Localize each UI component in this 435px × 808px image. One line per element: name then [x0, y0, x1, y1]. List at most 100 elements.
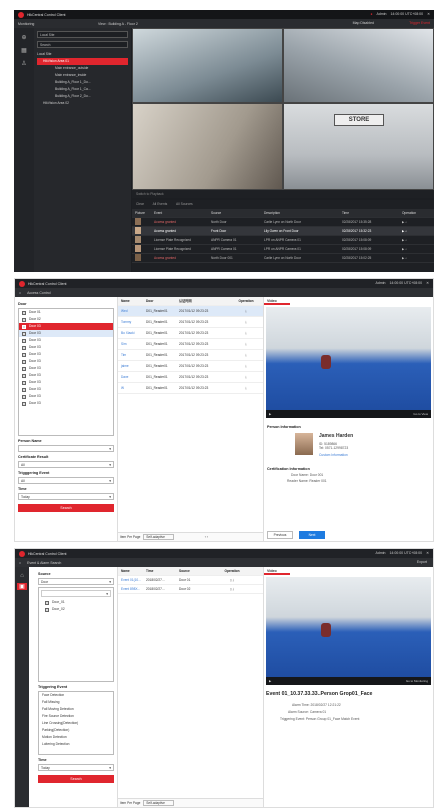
monitoring-icon[interactable]: ⊕	[14, 34, 34, 41]
list-item[interactable]: Fall Moving Detection	[39, 706, 113, 713]
trigger-event-select[interactable]: All	[18, 477, 114, 484]
table-row[interactable]: Bo Xiaoki D01_Reader01 2017/01/12 09:23:23…	[118, 328, 263, 339]
list-item[interactable]: Loitering Detection	[39, 741, 113, 748]
video-tile[interactable]: STORE	[283, 103, 434, 190]
list-item[interactable]: Door 03	[19, 344, 113, 351]
tree-node[interactable]: Building A_Floor 1_Ca...	[37, 86, 128, 93]
items-per-page-select[interactable]: Self-adaptive	[143, 800, 174, 806]
alarm-icon[interactable]: ●	[370, 12, 372, 16]
list-item[interactable]: Face Detection	[39, 692, 113, 699]
table-row[interactable]: License Plate Recognized ANPR Camera 01 …	[132, 236, 434, 245]
tree-node-selected[interactable]: HikVision Area 01	[37, 58, 128, 65]
go-to-view-button[interactable]: Go to View	[413, 410, 431, 418]
tree-node[interactable]: HikVision Area 02	[37, 100, 128, 107]
table-row[interactable]: Sim D01_Reader01 2017/01/12 09:23:23 ⤓	[118, 339, 263, 350]
operation-icons[interactable]: ▶ ⌕	[402, 254, 432, 262]
list-item[interactable]: Door_02	[39, 606, 113, 613]
user-name[interactable]: Admin	[376, 551, 386, 555]
operation-icons[interactable]: ▯ ⤓	[215, 576, 249, 584]
previous-button[interactable]: Previous	[267, 531, 293, 539]
video-controls[interactable]: ▶ Go to View	[266, 410, 431, 418]
list-item[interactable]: Door 03	[19, 386, 113, 393]
home-icon[interactable]: ⌂	[19, 291, 21, 295]
table-row[interactable]: Access granted North Door 001 Carlie Lyn…	[132, 254, 434, 263]
list-item[interactable]: Door 01	[19, 309, 113, 316]
table-row[interactable]: W D01_Reader01 2017/01/12 09:23:23 ⤓	[118, 383, 263, 394]
download-icon[interactable]: ⤓	[229, 339, 263, 349]
table-row[interactable]: Event 01(10... 2018/02/27... Door 01 ▯ ⤓	[118, 576, 263, 585]
items-per-page-select[interactable]: Self-adaptive	[143, 534, 174, 540]
tree-node[interactable]: Main entrance_outside	[37, 65, 128, 72]
cert-result-select[interactable]: All	[18, 461, 114, 468]
person-icon[interactable]: ♙	[14, 60, 34, 67]
download-icon[interactable]: ⤓	[229, 383, 263, 393]
download-icon[interactable]: ⤓	[229, 328, 263, 338]
time-select[interactable]: Today	[38, 764, 114, 771]
video-player[interactable]	[266, 307, 431, 410]
list-item[interactable]: Door 03	[19, 330, 113, 337]
trigger-event-button[interactable]: Trigger Event	[409, 21, 430, 25]
list-item-selected[interactable]: Door 03	[19, 323, 113, 330]
tab-monitoring[interactable]: Monitoring	[18, 22, 58, 26]
search-button[interactable]: Search	[18, 504, 114, 512]
page-nav-icon[interactable]: ‹ ›	[205, 535, 208, 539]
tree-node[interactable]: Building A_Floor 1_Do...	[37, 79, 128, 86]
video-tile[interactable]	[283, 28, 434, 103]
table-row[interactable]: Tim D01_Reader01 2017/01/12 09:23:23 ⤓	[118, 350, 263, 361]
table-row[interactable]: License Plate Recognized ANPR Camera 01 …	[132, 245, 434, 254]
download-icon[interactable]: ⤓	[229, 361, 263, 371]
play-icon[interactable]: ▶	[269, 679, 271, 683]
close-icon[interactable]: ✕	[426, 281, 429, 285]
list-item[interactable]: Motion Detection	[39, 734, 113, 741]
operation-icons[interactable]: ▯ ⤓	[215, 585, 249, 593]
export-button[interactable]: Export	[417, 560, 427, 564]
download-icon[interactable]: ⤓	[229, 350, 263, 360]
user-name[interactable]: Admin	[377, 12, 387, 16]
home-icon[interactable]: ⌂	[19, 561, 21, 565]
clear-button[interactable]: Clear	[136, 202, 144, 206]
person-name-input[interactable]	[18, 445, 114, 452]
list-item[interactable]: Door 03	[19, 372, 113, 379]
table-row[interactable]: Dave D01_Reader01 2017/01/12 09:23:23 ⤓	[118, 372, 263, 383]
list-item[interactable]: Fire Source Detection	[39, 713, 113, 720]
map-disabled[interactable]: Map Disabled	[353, 21, 374, 25]
close-icon[interactable]: ✕	[426, 551, 429, 555]
play-icon[interactable]: ▶	[269, 412, 271, 416]
list-item[interactable]: Door 03	[19, 379, 113, 386]
download-icon[interactable]: ⤓	[229, 317, 263, 327]
search-nav-icon[interactable]: ▣	[17, 583, 27, 590]
all-events-filter[interactable]: All Events	[153, 202, 168, 206]
list-item[interactable]: Door 02	[19, 316, 113, 323]
list-item[interactable]: Door 03	[19, 393, 113, 400]
grid-icon[interactable]: ▦	[14, 47, 34, 54]
download-icon[interactable]: ⤓	[229, 372, 263, 382]
search-button[interactable]: Search	[38, 775, 114, 783]
video-player[interactable]	[266, 577, 431, 677]
next-button[interactable]: Next	[299, 531, 325, 539]
video-controls[interactable]: ▶ Go to Monitoring	[266, 677, 431, 685]
time-select[interactable]: Today	[18, 493, 114, 500]
tree-node[interactable]: Local Site	[37, 51, 128, 58]
list-item[interactable]: Door 03	[19, 351, 113, 358]
tab-access-control[interactable]: Access Control	[27, 291, 51, 295]
tree-node[interactable]: Building A_Floor 2_Do...	[37, 93, 128, 100]
tab-video[interactable]: Video	[264, 567, 290, 575]
search-input[interactable]	[41, 590, 111, 597]
list-item[interactable]: Parking(Detection)	[39, 727, 113, 734]
all-sources-filter[interactable]: All Sources	[176, 202, 193, 206]
home-nav-icon[interactable]: ⌂	[15, 573, 29, 579]
list-item[interactable]: Line Crossing(Detection)	[39, 720, 113, 727]
list-item[interactable]: Door_01	[39, 599, 113, 606]
video-tile[interactable]	[132, 28, 283, 103]
search-input[interactable]: Search	[37, 41, 128, 48]
tab-video[interactable]: Video	[264, 297, 290, 305]
source-select[interactable]: Door	[38, 578, 114, 585]
tree-node[interactable]: Main entrance_inside	[37, 72, 128, 79]
table-row[interactable]: Event 898X... 2018/02/27... Door 02 ▯ ⤓	[118, 585, 263, 594]
list-item[interactable]: Door 03	[19, 358, 113, 365]
operation-icons[interactable]: ▶ ⌕	[402, 245, 432, 253]
custom-info-link[interactable]: Custom Information	[319, 453, 353, 457]
list-item[interactable]: Door 03	[19, 365, 113, 372]
operation-icons[interactable]: ▶ ⌕	[402, 236, 432, 244]
go-to-monitoring-button[interactable]: Go to Monitoring	[406, 677, 431, 685]
